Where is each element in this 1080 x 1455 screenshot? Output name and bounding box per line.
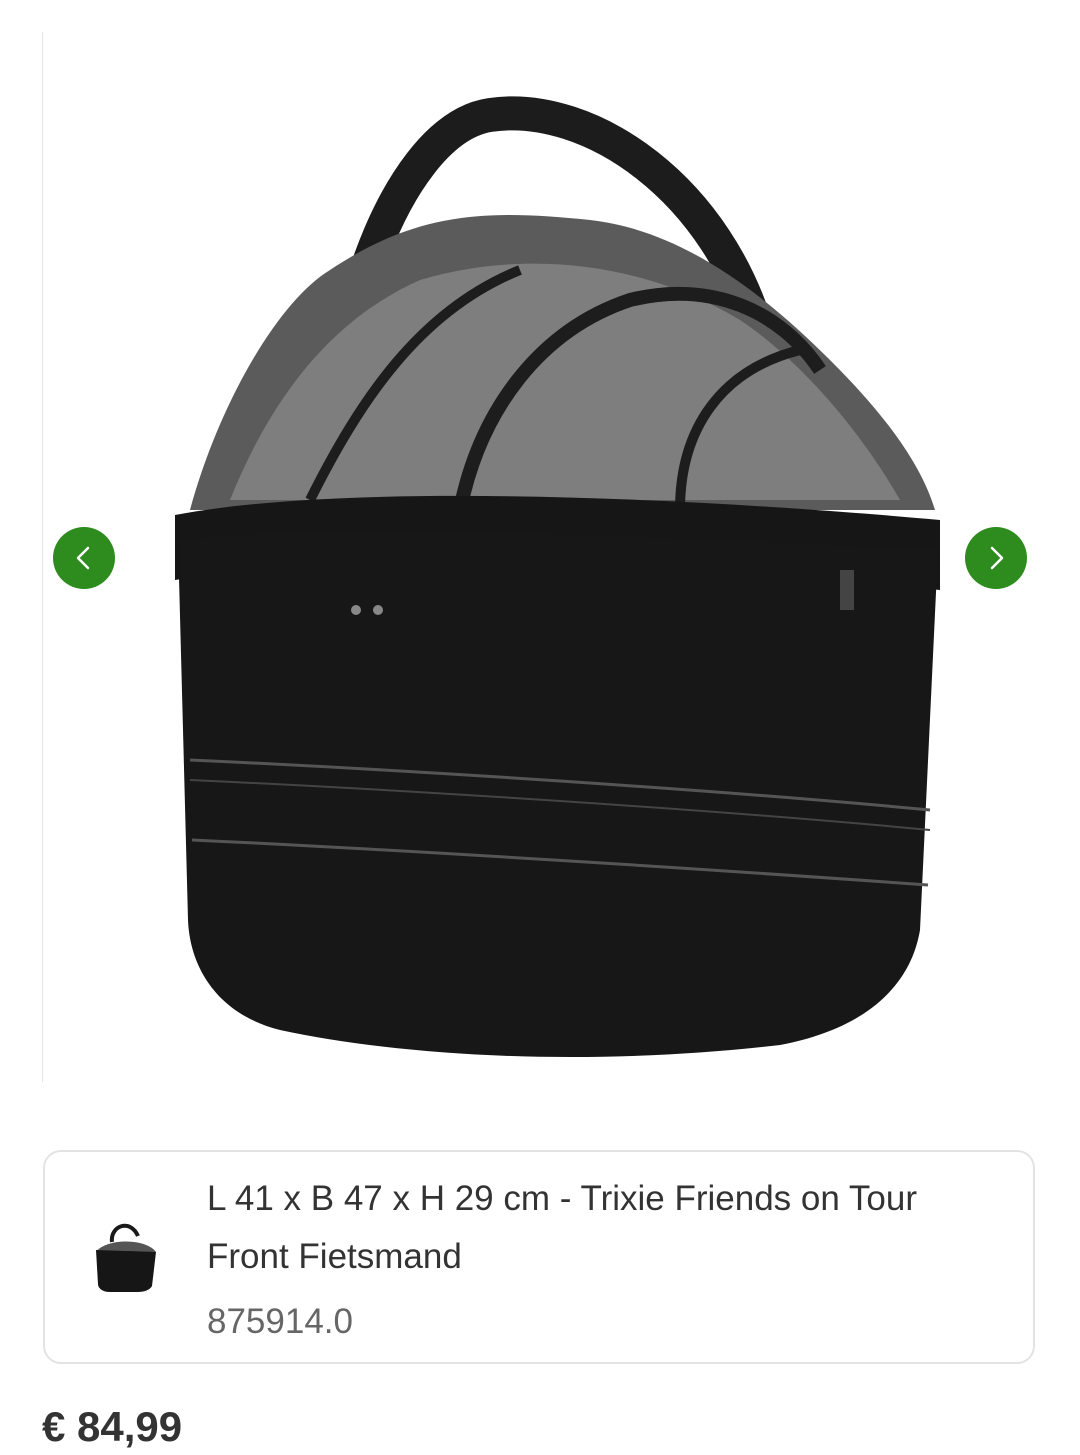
chevron-right-icon <box>990 546 1004 570</box>
pet-basket-thumbnail-icon <box>96 1223 156 1292</box>
variant-title: L 41 x B 47 x H 29 cm - Trixie Friends o… <box>207 1179 918 1276</box>
product-price: € 84,99 <box>42 1403 183 1450</box>
product-gallery <box>0 0 1080 1090</box>
previous-image-button[interactable] <box>53 527 115 589</box>
chevron-left-icon <box>76 546 90 570</box>
variant-card[interactable]: L 41 x B 47 x H 29 cm - Trixie Friends o… <box>43 1150 1035 1364</box>
gallery-divider <box>42 32 43 1082</box>
variant-sku: 875914.0 <box>207 1302 353 1341</box>
next-image-button[interactable] <box>965 527 1027 589</box>
product-image <box>175 96 940 1057</box>
